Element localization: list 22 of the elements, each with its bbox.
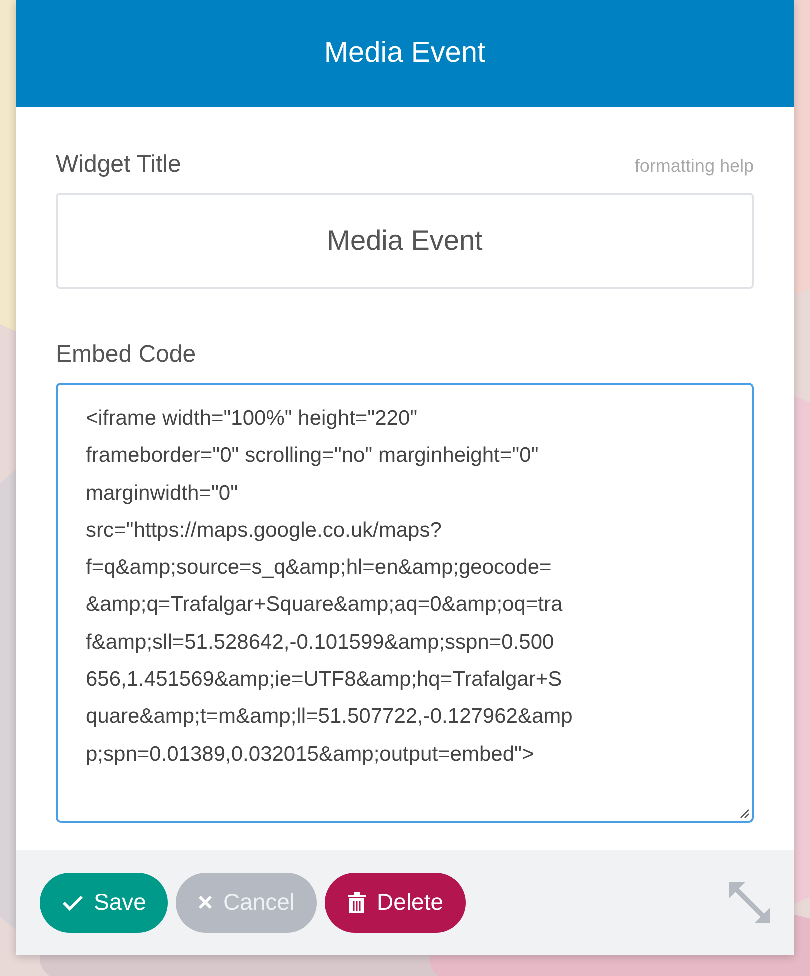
code-line: quare&amp;t=m&amp;ll=51.507722,-0.127962&amp [86,704,574,730]
save-button[interactable]: Save [40,872,168,932]
code-line: &amp;q=Trafalgar+Square&amp;aq=0&amp;oq=tra [86,592,564,618]
close-icon [198,895,214,910]
code-line: frameborder="0" scrolling="no" marginheight="0" [86,443,540,470]
field-label: Embed Code [56,341,196,369]
delete-button[interactable]: Delete [325,872,466,932]
check-icon [62,894,84,912]
trash-icon [347,892,368,914]
resize-grip-icon [738,807,750,819]
code-line: marginwidth="0" [86,480,240,507]
dialog-title: Media Event [324,37,486,70]
embed-code-field[interactable] [56,383,754,823]
widget-title-field[interactable]: Media Event [56,193,754,289]
code-line: 656,1.451569&amp;ie=UTF8&amp;hq=Trafalgar+S [86,667,564,694]
code-line: p;spn=0.01389,0.032015&amp;output=embed"> [86,742,536,768]
field-label: Widget Title [56,151,182,179]
formatting-help-link[interactable]: formatting help [634,156,754,177]
code-line: f=q&amp;source=s_q&amp;hl=en&amp;geocode= [86,555,553,582]
code-line: src="https://maps.google.co.uk/maps? [86,518,443,544]
code-line: f&amp;sll=51.528642,-0.101599&amp;sspn=0.500 [86,630,556,656]
code-line: <iframe width="100%" height="220" [86,406,419,432]
